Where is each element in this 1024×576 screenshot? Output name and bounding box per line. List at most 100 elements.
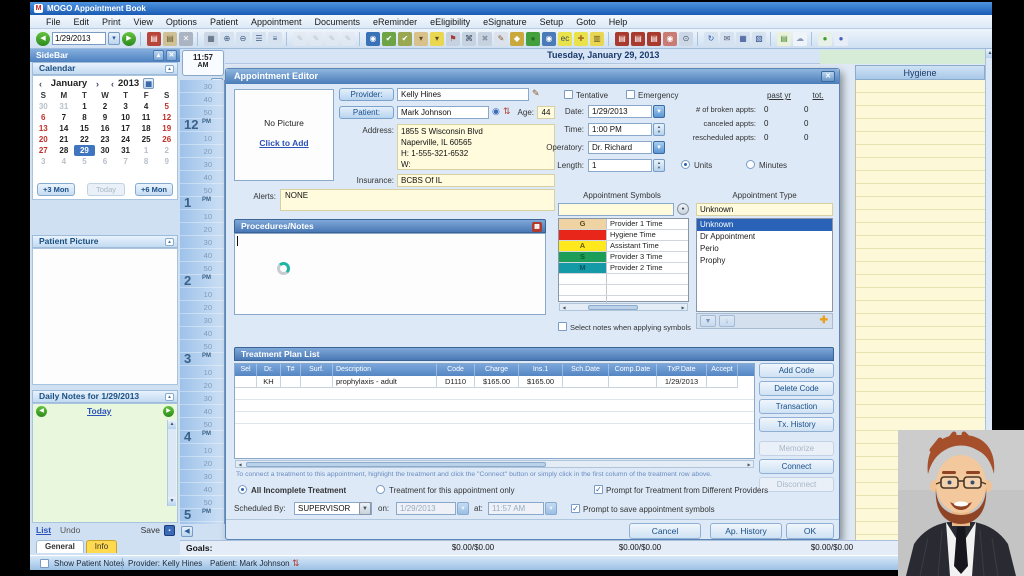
prompt-diff-providers-checkbox[interactable] [594, 485, 603, 494]
provider-field[interactable]: Kelly Hines [397, 88, 529, 101]
toolbar-icon[interactable] [608, 32, 611, 46]
calendar-day[interactable]: 9 [95, 112, 116, 123]
provider-edit-icon[interactable]: ✎ [532, 88, 540, 99]
provider-day-icon[interactable]: ✔ [382, 32, 396, 46]
book-red-3-icon[interactable]: ▤ [647, 32, 661, 46]
treatment-cell[interactable]: KH [257, 376, 281, 388]
paste-icon[interactable]: ▤ [147, 32, 161, 46]
calendar-day[interactable]: 27 [33, 145, 54, 156]
scroll-up-icon[interactable]: ▲ [986, 49, 992, 58]
emergency-checkbox[interactable] [626, 90, 635, 99]
scheduled-by-dropdown-icon[interactable]: ▼ [359, 502, 371, 515]
operatory-day-icon[interactable]: ✔ [398, 32, 412, 46]
calendar-day[interactable]: 8 [136, 156, 157, 167]
time-slot[interactable]: 40 [180, 93, 224, 106]
column-header[interactable]: Accept [707, 364, 738, 376]
notes-scrollbar[interactable]: ▲ ▼ [167, 420, 176, 506]
time-slot[interactable]: 10 [180, 132, 224, 145]
scroll-down-icon[interactable]: ▼ [168, 497, 176, 506]
calendar-day[interactable]: 20 [33, 134, 54, 145]
treatment-cell[interactable] [235, 376, 257, 388]
menu-item[interactable]: Help [609, 17, 628, 27]
ec-icon[interactable]: ec [558, 32, 572, 46]
sidebar-close-icon[interactable]: ✕ [166, 50, 177, 61]
book-red-1-icon[interactable]: ▤ [615, 32, 629, 46]
treatment-cell[interactable] [707, 376, 738, 388]
prev-day-icon[interactable]: ◀ [36, 32, 50, 46]
zoom-in-icon[interactable]: ⊕ [220, 32, 234, 46]
sidebar-tab[interactable]: Info [86, 540, 117, 553]
calendar-day[interactable]: 1 [136, 145, 157, 156]
calendar-day[interactable]: 26 [156, 134, 177, 145]
treatment-action-button[interactable]: Tx. History [759, 417, 834, 432]
interval-30-icon[interactable]: ≡ [268, 32, 282, 46]
patient-nav-icon[interactable]: ⇅ [503, 106, 511, 117]
calendar-day[interactable]: 25 [136, 134, 157, 145]
calendar-day[interactable]: 4 [136, 101, 157, 112]
calendar-day[interactable]: 7 [115, 156, 136, 167]
time-slot[interactable]: 30 [180, 392, 224, 405]
units-radio[interactable] [681, 160, 690, 169]
time-slot[interactable]: 10 [180, 444, 224, 457]
column-header[interactable]: Description [333, 364, 437, 376]
time-slot[interactable]: 30 [180, 80, 224, 93]
menu-item[interactable]: File [46, 17, 61, 27]
procedures-notes-area[interactable] [234, 233, 546, 315]
toolbar-icon[interactable] [286, 32, 289, 46]
length-spinner[interactable]: ▲▼ [653, 159, 665, 172]
cloud-icon[interactable]: ☁ [793, 32, 807, 46]
tool-icon-3[interactable]: ✎ [325, 32, 339, 46]
treatment-cell[interactable]: prophylaxis - adult [333, 376, 437, 388]
ruler-scroll-left-icon[interactable]: ◀ [181, 526, 193, 537]
time-slot[interactable]: 40 [180, 327, 224, 340]
treatment-action-button[interactable]: Add Code [759, 363, 834, 378]
sidebar-tab[interactable]: General [36, 540, 84, 553]
symbol-row[interactable]: H Hygiene Time [559, 230, 688, 241]
calendar-day[interactable]: 22 [74, 134, 95, 145]
ap-history-button[interactable]: Ap. History [710, 523, 782, 539]
tool-icon-1[interactable]: ✎ [293, 32, 307, 46]
time-slot[interactable]: 20 [180, 457, 224, 470]
calendar-day[interactable]: 3 [33, 156, 54, 167]
calendar-day[interactable]: 16 [95, 123, 116, 134]
appointment-type-item[interactable]: Perio [697, 243, 832, 255]
tentative-checkbox[interactable] [564, 90, 573, 99]
symbol-row[interactable] [559, 274, 688, 285]
daily-notes-input[interactable] [35, 419, 167, 519]
goto-menu-icon[interactable]: ▾ [414, 32, 428, 46]
calendar-day[interactable]: 24 [115, 134, 136, 145]
calendar-day[interactable]: 6 [95, 156, 116, 167]
treatment-action-button[interactable]: Connect [759, 459, 834, 474]
appointment-type-item[interactable]: Unknown [697, 219, 832, 231]
calendar-day[interactable]: 12 [156, 112, 177, 123]
time-slot[interactable]: 40 [180, 483, 224, 496]
column-header[interactable]: Dr. [257, 364, 281, 376]
print-icon[interactable]: ▦ [204, 32, 218, 46]
refresh-icon[interactable]: ↻ [704, 32, 718, 46]
this-appointment-radio[interactable] [376, 485, 385, 494]
contact-icon[interactable]: ◉ [663, 32, 677, 46]
scroll-left-icon[interactable]: ◀ [236, 461, 244, 468]
forward-6-months-button[interactable]: +6 Mon [135, 183, 173, 196]
treatment-cell[interactable]: $165.00 [519, 376, 563, 388]
procedures-badge-icon[interactable]: ▦ [532, 222, 542, 232]
toolbar-icon[interactable] [770, 32, 773, 46]
calendar-day[interactable]: 14 [54, 123, 75, 134]
notes-next-day-icon[interactable]: ▶ [163, 406, 174, 417]
sidebar-collapse-icon[interactable]: ▴ [153, 50, 164, 61]
window-icon[interactable]: ▦ [736, 32, 750, 46]
ledger-icon[interactable]: ▥ [590, 32, 604, 46]
calendar-day[interactable]: 30 [95, 145, 116, 156]
save-icon[interactable]: ▪ [164, 525, 175, 536]
calendar-day[interactable]: 30 [33, 101, 54, 112]
calendar-day[interactable]: 15 [74, 123, 95, 134]
patients-icon[interactable]: ◉ [366, 32, 380, 46]
minutes-radio[interactable] [746, 160, 755, 169]
patient-label-button[interactable]: Patient: [339, 106, 394, 119]
pencil-icon[interactable]: ✎ [494, 32, 508, 46]
appointment-type-item[interactable]: Dr Appointment [697, 231, 832, 243]
calendar-day[interactable]: 19 [156, 123, 177, 134]
calendar-day[interactable]: 2 [156, 145, 177, 156]
tool-icon-2[interactable]: ✎ [309, 32, 323, 46]
column-header[interactable]: T# [281, 364, 301, 376]
